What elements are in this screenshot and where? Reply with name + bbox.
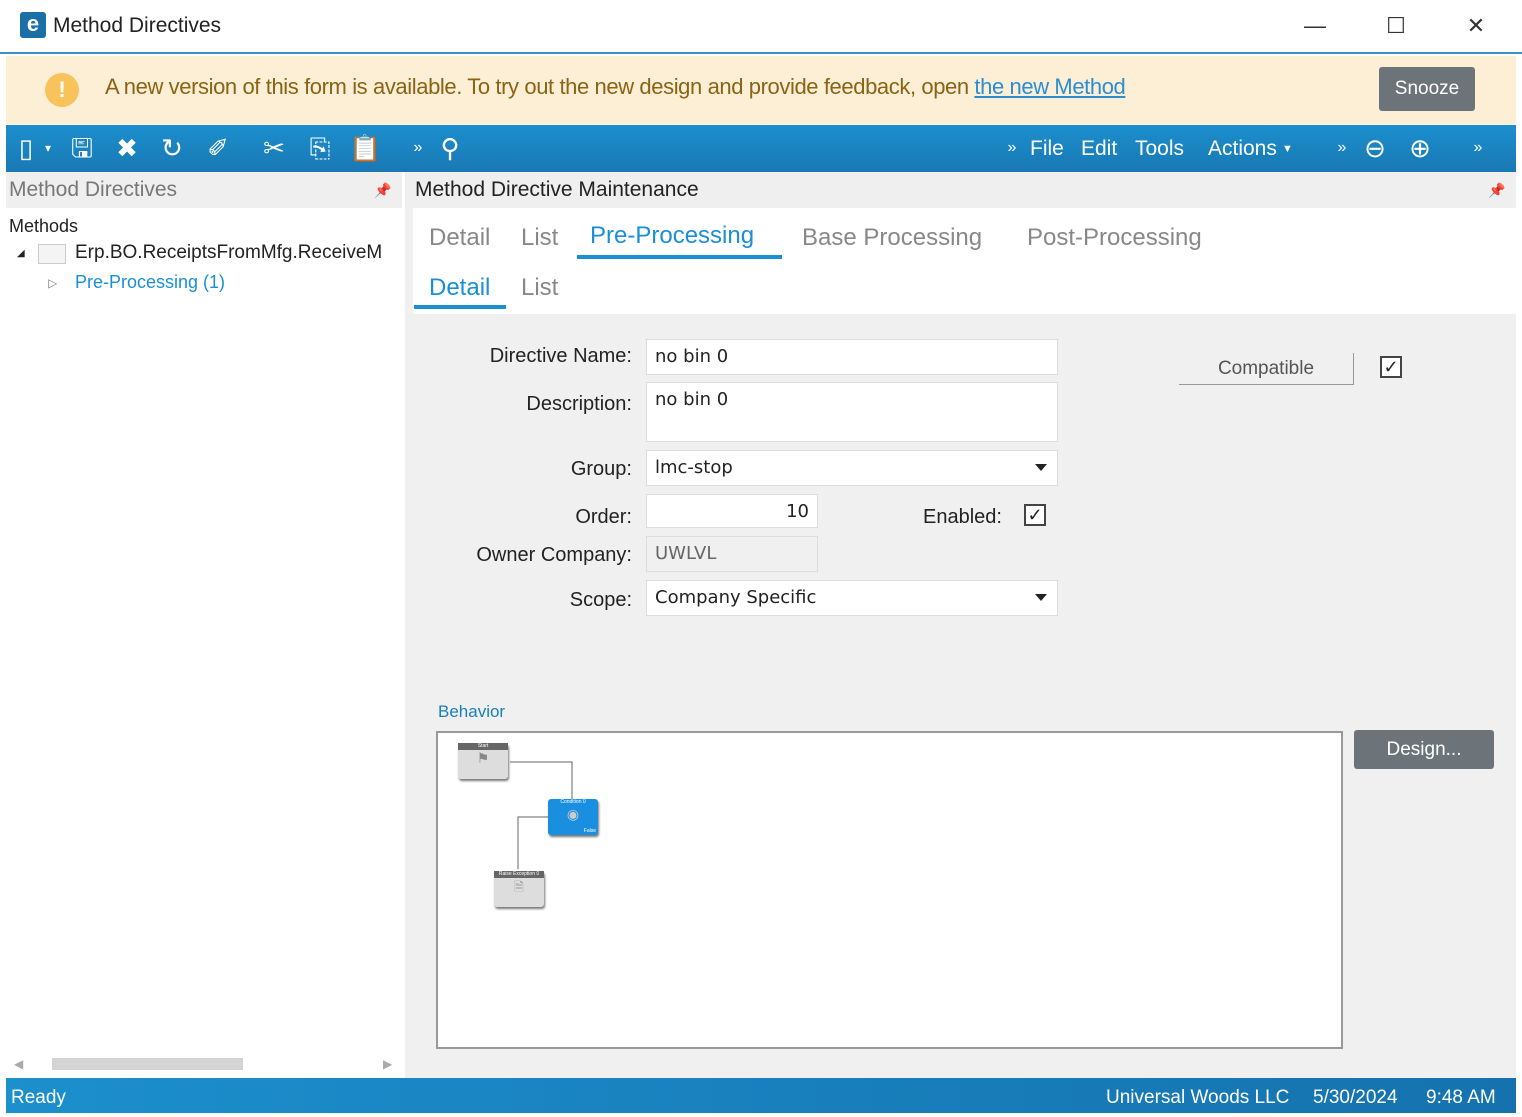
compatible-checkbox[interactable]: ✓ [1380, 356, 1402, 378]
status-bar: Ready Universal Woods LLC 5/30/2024 9:48… [6, 1078, 1516, 1113]
new-method-link[interactable]: the new Method [974, 74, 1125, 99]
group-label: Group: [570, 458, 632, 480]
menu-file[interactable]: File [1030, 137, 1064, 161]
condition-node[interactable]: Condition 0 ◉ False [548, 799, 598, 835]
overflow-icon[interactable]: » [996, 133, 1028, 163]
paste-icon[interactable]: 📋 [349, 133, 381, 163]
forward-arrow-icon[interactable]: ⊕ [1404, 133, 1436, 163]
maximize-button[interactable]: ☐ [1376, 10, 1416, 42]
pin-icon[interactable]: 📌 [1488, 182, 1505, 199]
subtab-list[interactable]: List [521, 274, 558, 302]
false-label: False [583, 828, 596, 834]
overflow-icon[interactable]: » [1326, 133, 1358, 163]
description-label: Description: [526, 393, 632, 415]
tab-base-processing[interactable]: Base Processing [802, 224, 982, 252]
scope-value: Company Specific [655, 587, 817, 608]
node-title: Condition 0 [560, 799, 586, 805]
scroll-right-icon[interactable]: ▶ [383, 1057, 392, 1071]
main-title: Method Directive Maintenance [415, 178, 699, 201]
status-date: 5/30/2024 [1313, 1087, 1398, 1108]
flag-icon: ⚑ [476, 750, 490, 766]
status-company: Universal Woods LLC [1106, 1087, 1290, 1108]
expand-icon[interactable]: ◢ [17, 248, 25, 259]
subtab-detail[interactable]: Detail [429, 274, 490, 302]
behavior-canvas[interactable]: Start ⚑ Condition 0 ◉ False Raise Exception… [436, 731, 1343, 1049]
tab-post-processing[interactable]: Post-Processing [1027, 224, 1202, 252]
description-input[interactable]: no bin 0 [646, 382, 1058, 442]
search-icon[interactable]: ⚲ [434, 133, 466, 163]
warning-icon: ! [45, 73, 79, 107]
chevron-down-icon[interactable] [1035, 594, 1047, 601]
save-icon[interactable]: 🖫 [66, 133, 98, 163]
menu-actions[interactable]: Actions [1208, 137, 1277, 161]
left-panel-title: Method Directives [9, 178, 178, 201]
active-tab-indicator [577, 255, 782, 259]
new-dropdown-icon[interactable]: ▾ [38, 133, 58, 163]
scope-label: Scope: [569, 589, 632, 611]
tab-list[interactable]: List [521, 224, 558, 252]
owner-company-label: Owner Company: [476, 544, 632, 566]
behavior-label: Behavior [438, 702, 506, 721]
directive-name-label: Directive Name: [489, 345, 632, 367]
compatible-button[interactable]: Compatible [1179, 353, 1354, 385]
group-value: lmc-stop [655, 457, 733, 478]
scope-select[interactable]: Company Specific [646, 580, 1058, 616]
tree-item-preprocessing[interactable]: Pre-Processing (1) [75, 272, 225, 293]
directive-name-input[interactable]: no bin 0 [646, 339, 1058, 375]
design-button[interactable]: Design... [1354, 730, 1494, 769]
node-title: Start [458, 743, 508, 750]
tab-detail[interactable]: Detail [429, 224, 490, 252]
folder-icon [38, 244, 66, 264]
active-subtab-indicator [414, 305, 506, 309]
menu-edit[interactable]: Edit [1081, 137, 1117, 161]
delete-icon[interactable]: ✖ [111, 133, 143, 163]
start-node[interactable]: Start ⚑ [458, 743, 508, 779]
order-label: Order: [575, 506, 632, 528]
enabled-checkbox[interactable]: ✓ [1024, 504, 1046, 526]
scroll-left-icon[interactable]: ◀ [14, 1057, 23, 1071]
status-time: 9:48 AM [1426, 1087, 1496, 1108]
raise-exception-node[interactable]: Raise Exception 0 🗎 [494, 871, 544, 907]
status-text: Ready [11, 1087, 66, 1108]
overflow-icon[interactable]: » [1462, 133, 1494, 163]
collapse-icon[interactable]: ▷ [48, 276, 57, 290]
left-panel [6, 172, 402, 1078]
cut-icon[interactable]: ✂ [258, 133, 290, 163]
refresh-icon[interactable]: ↻ [156, 133, 188, 163]
node-title: Raise Exception 0 [494, 871, 544, 878]
order-input[interactable]: 10 [646, 494, 818, 528]
document-icon: 🗎 [514, 880, 524, 894]
copy-icon[interactable]: ⎘ [304, 133, 336, 163]
snooze-button[interactable]: Snooze [1379, 67, 1475, 111]
banner-message: A new version of this form is available.… [105, 74, 1126, 100]
tree-item-method[interactable]: Erp.BO.ReceiptsFromMfg.ReceiveM [75, 242, 382, 264]
horizontal-scrollbar[interactable] [52, 1058, 243, 1070]
back-arrow-icon[interactable]: ⊖ [1359, 133, 1391, 163]
group-select[interactable]: lmc-stop [646, 450, 1058, 486]
owner-company-input: UWLVL [646, 536, 818, 572]
chevron-down-icon[interactable] [1035, 464, 1047, 471]
tree-root[interactable]: Methods [9, 216, 78, 237]
app-icon: e [20, 12, 46, 38]
pin-icon[interactable]: 📌 [374, 182, 391, 199]
overflow-icon[interactable]: » [402, 133, 434, 163]
minimize-button[interactable]: — [1295, 10, 1335, 42]
enabled-label: Enabled: [923, 506, 1002, 528]
tab-pre-processing[interactable]: Pre-Processing [590, 222, 754, 250]
condition-icon: ◉ [566, 806, 580, 822]
menu-tools[interactable]: Tools [1135, 137, 1184, 161]
close-button[interactable]: ✕ [1456, 10, 1496, 42]
title-bar [0, 0, 1522, 54]
banner-text: A new version of this form is available.… [105, 74, 975, 99]
window-title: Method Directives [53, 14, 222, 37]
clear-icon[interactable]: ✐ [202, 133, 234, 163]
actions-dropdown-icon: ▼ [1282, 143, 1293, 155]
